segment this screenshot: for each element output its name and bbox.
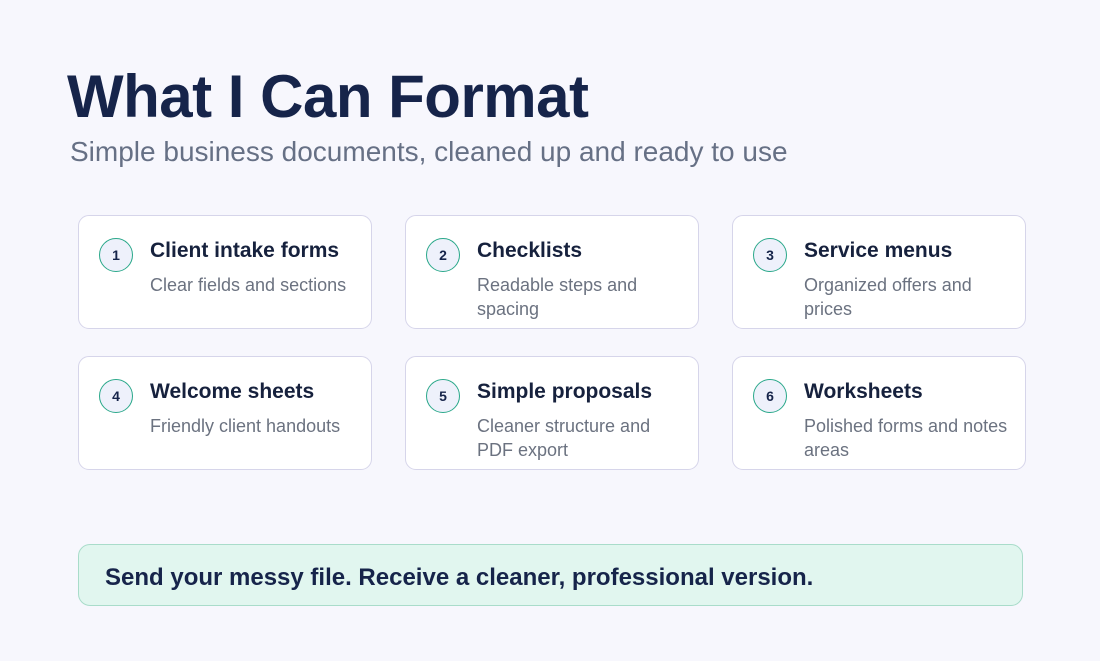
card-title: Service menus (804, 239, 953, 262)
number-badge: 3 (753, 238, 787, 272)
number-badge: 5 (426, 379, 460, 413)
number-badge: 2 (426, 238, 460, 272)
card-description: Polished forms and notes areas (804, 416, 1008, 460)
page: What I Can Format Simple business docume… (0, 0, 1100, 661)
capability-card: 1 Client intake forms Clear fields and s… (78, 215, 372, 329)
page-title: What I Can Format (67, 63, 589, 130)
capability-card: 6 Worksheets Polished forms and notes ar… (732, 356, 1026, 470)
card-title: Client intake forms (150, 239, 340, 262)
capability-card: 2 Checklists Readable steps and spacing (405, 215, 699, 329)
capabilities-grid: 1 Client intake forms Clear fields and s… (78, 215, 1026, 470)
capability-card: 5 Simple proposals Cleaner structure and… (405, 356, 699, 470)
card-description: Friendly client handouts (150, 416, 341, 436)
call-to-action-banner: Send your messy file. Receive a cleaner,… (78, 544, 1023, 606)
card-description: Organized offers and prices (804, 275, 972, 319)
number-badge: 1 (99, 238, 133, 272)
number-badge: 6 (753, 379, 787, 413)
card-description: Readable steps and spacing (477, 275, 638, 319)
page-subtitle: Simple business documents, cleaned up an… (70, 136, 788, 167)
banner-text: Send your messy file. Receive a cleaner,… (105, 564, 814, 591)
capability-card: 4 Welcome sheets Friendly client handout… (78, 356, 372, 470)
card-title: Simple proposals (477, 380, 653, 403)
card-title: Checklists (477, 239, 583, 262)
capability-card: 3 Service menus Organized offers and pri… (732, 215, 1026, 329)
card-description: Clear fields and sections (150, 275, 347, 295)
card-title: Worksheets (804, 380, 923, 403)
card-title: Welcome sheets (150, 380, 315, 403)
card-description: Cleaner structure and PDF export (477, 416, 651, 460)
number-badge: 4 (99, 379, 133, 413)
